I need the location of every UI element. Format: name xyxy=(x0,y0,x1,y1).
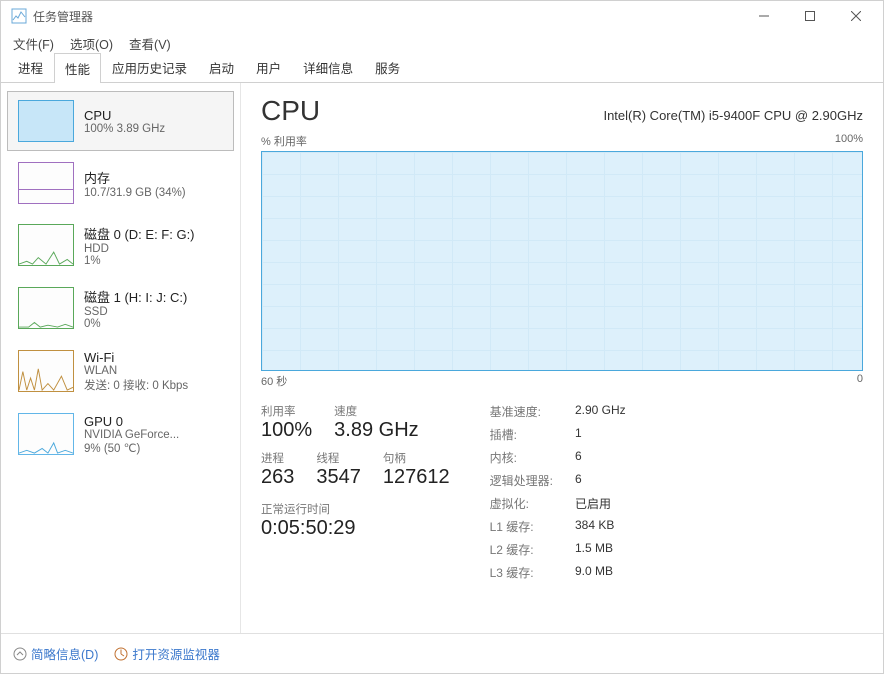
sidebar-item-title: Wi-Fi xyxy=(84,350,188,365)
stat-cores-v: 6 xyxy=(575,449,626,466)
sidebar-item-title: CPU xyxy=(84,108,165,123)
stat-processes-value: 263 xyxy=(261,466,294,489)
stat-l2-v: 1.5 MB xyxy=(575,541,626,558)
stat-uptime-label: 正常运行时间 xyxy=(261,501,450,517)
menu-view[interactable]: 查看(V) xyxy=(129,34,171,53)
sidebar-item-sub: 100% 3.89 GHz xyxy=(84,123,165,135)
sidebar-item-memory[interactable]: 内存 10.7/31.9 GB (34%) xyxy=(7,153,234,213)
stat-l3-v: 9.0 MB xyxy=(575,564,626,581)
sidebar-item-title: 磁盘 1 (H: I: J: C:) xyxy=(84,287,187,306)
cpu-model-name: Intel(R) Core(TM) i5-9400F CPU @ 2.90GHz xyxy=(603,108,863,123)
fewer-details-link[interactable]: 简略信息(D) xyxy=(13,644,98,663)
stat-speed-label: 速度 xyxy=(334,403,418,419)
stat-handles-label: 句柄 xyxy=(383,450,450,466)
menu-file[interactable]: 文件(F) xyxy=(13,34,54,53)
sidebar-item-sub2: 0% xyxy=(84,318,187,330)
chevron-up-circle-icon xyxy=(13,647,27,661)
stat-virt-v: 已启用 xyxy=(575,495,626,512)
maximize-button[interactable] xyxy=(787,1,833,31)
stat-l3-k: L3 缓存: xyxy=(490,564,553,581)
stat-threads-value: 3547 xyxy=(316,466,361,489)
sidebar-item-title: GPU 0 xyxy=(84,414,179,429)
tab-users[interactable]: 用户 xyxy=(245,52,292,82)
sidebar-item-wifi[interactable]: Wi-Fi WLAN 发送: 0 接收: 0 Kbps xyxy=(7,341,234,402)
stat-processes-label: 进程 xyxy=(261,450,294,466)
detail-heading: CPU xyxy=(261,95,320,127)
utilization-chart[interactable] xyxy=(261,151,863,371)
sidebar-item-sub: NVIDIA GeForce... xyxy=(84,429,179,441)
resource-monitor-icon xyxy=(114,647,128,661)
close-button[interactable] xyxy=(833,1,879,31)
sidebar-item-disk-0[interactable]: 磁盘 0 (D: E: F: G:) HDD 1% xyxy=(7,215,234,276)
titlebar: 任务管理器 xyxy=(1,1,883,31)
stat-util-label: 利用率 xyxy=(261,403,312,419)
performance-sidebar: CPU 100% 3.89 GHz 内存 10.7/31.9 GB (34%) … xyxy=(1,83,241,633)
sidebar-item-sub2: 1% xyxy=(84,255,195,267)
tab-details[interactable]: 详细信息 xyxy=(292,52,364,82)
disk1-thumbnail-chart xyxy=(18,287,74,329)
memory-thumbnail-chart xyxy=(18,162,74,204)
fewer-details-label: 简略信息(D) xyxy=(31,648,98,662)
stat-logical-k: 逻辑处理器: xyxy=(490,472,553,489)
stat-cores-k: 内核: xyxy=(490,449,553,466)
chart-top-left-label: % 利用率 xyxy=(261,133,307,149)
sidebar-item-sub: WLAN xyxy=(84,365,188,377)
stats-left: 利用率 100% 速度 3.89 GHz 进程 263 线程 3 xyxy=(261,403,450,581)
stat-threads-label: 线程 xyxy=(316,450,361,466)
tab-processes[interactable]: 进程 xyxy=(7,52,54,82)
stat-l1-v: 384 KB xyxy=(575,518,626,535)
stat-l2-k: L2 缓存: xyxy=(490,541,553,558)
gpu-thumbnail-chart xyxy=(18,413,74,455)
tab-app-history[interactable]: 应用历史记录 xyxy=(101,52,198,82)
utilization-chart-area xyxy=(262,152,862,370)
chart-bottom-right-label: 0 xyxy=(857,373,863,389)
tab-startup[interactable]: 启动 xyxy=(198,52,245,82)
performance-detail: CPU Intel(R) Core(TM) i5-9400F CPU @ 2.9… xyxy=(241,83,883,633)
footer: 简略信息(D) 打开资源监视器 xyxy=(1,633,883,673)
sidebar-item-cpu[interactable]: CPU 100% 3.89 GHz xyxy=(7,91,234,151)
sidebar-item-sub: SSD xyxy=(84,306,187,318)
stat-sockets-k: 插槽: xyxy=(490,426,553,443)
stat-sockets-v: 1 xyxy=(575,426,626,443)
stat-logical-v: 6 xyxy=(575,472,626,489)
tab-services[interactable]: 服务 xyxy=(364,52,411,82)
tabstrip: 进程 性能 应用历史记录 启动 用户 详细信息 服务 xyxy=(1,55,883,83)
open-resource-monitor-link[interactable]: 打开资源监视器 xyxy=(114,644,220,663)
sidebar-item-title: 内存 xyxy=(84,168,186,187)
chart-bottom-left-label: 60 秒 xyxy=(261,373,287,389)
sidebar-item-sub2: 9% (50 ℃) xyxy=(84,441,179,455)
stat-util-value: 100% xyxy=(261,419,312,442)
window-title: 任务管理器 xyxy=(33,8,93,25)
disk0-thumbnail-chart xyxy=(18,224,74,266)
minimize-button[interactable] xyxy=(741,1,787,31)
open-resource-monitor-label: 打开资源监视器 xyxy=(132,648,220,662)
utilization-chart-wrap: % 利用率 100% 60 秒 0 xyxy=(261,133,863,389)
sidebar-item-sub: 10.7/31.9 GB (34%) xyxy=(84,187,186,199)
sidebar-item-title: 磁盘 0 (D: E: F: G:) xyxy=(84,224,195,243)
stats-area: 利用率 100% 速度 3.89 GHz 进程 263 线程 3 xyxy=(261,403,863,581)
stat-handles-value: 127612 xyxy=(383,466,450,489)
sidebar-item-sub: HDD xyxy=(84,243,195,255)
menu-options[interactable]: 选项(O) xyxy=(70,34,113,53)
stat-virt-k: 虚拟化: xyxy=(490,495,553,512)
task-manager-icon xyxy=(11,8,27,24)
stat-base-speed-k: 基准速度: xyxy=(490,403,553,420)
cpu-thumbnail-chart xyxy=(18,100,74,142)
sidebar-item-disk-1[interactable]: 磁盘 1 (H: I: J: C:) SSD 0% xyxy=(7,278,234,339)
stat-base-speed-v: 2.90 GHz xyxy=(575,403,626,420)
stat-uptime-value: 0:05:50:29 xyxy=(261,517,450,540)
stat-speed-value: 3.89 GHz xyxy=(334,419,418,442)
chart-top-right-label: 100% xyxy=(835,133,863,149)
sidebar-item-sub2: 发送: 0 接收: 0 Kbps xyxy=(84,377,188,393)
sidebar-item-gpu-0[interactable]: GPU 0 NVIDIA GeForce... 9% (50 ℃) xyxy=(7,404,234,464)
main: CPU 100% 3.89 GHz 内存 10.7/31.9 GB (34%) … xyxy=(1,83,883,633)
stats-right: 基准速度:2.90 GHz 插槽:1 内核:6 逻辑处理器:6 虚拟化:已启用 … xyxy=(490,403,626,581)
stat-l1-k: L1 缓存: xyxy=(490,518,553,535)
wifi-thumbnail-chart xyxy=(18,350,74,392)
tab-performance[interactable]: 性能 xyxy=(54,53,101,83)
